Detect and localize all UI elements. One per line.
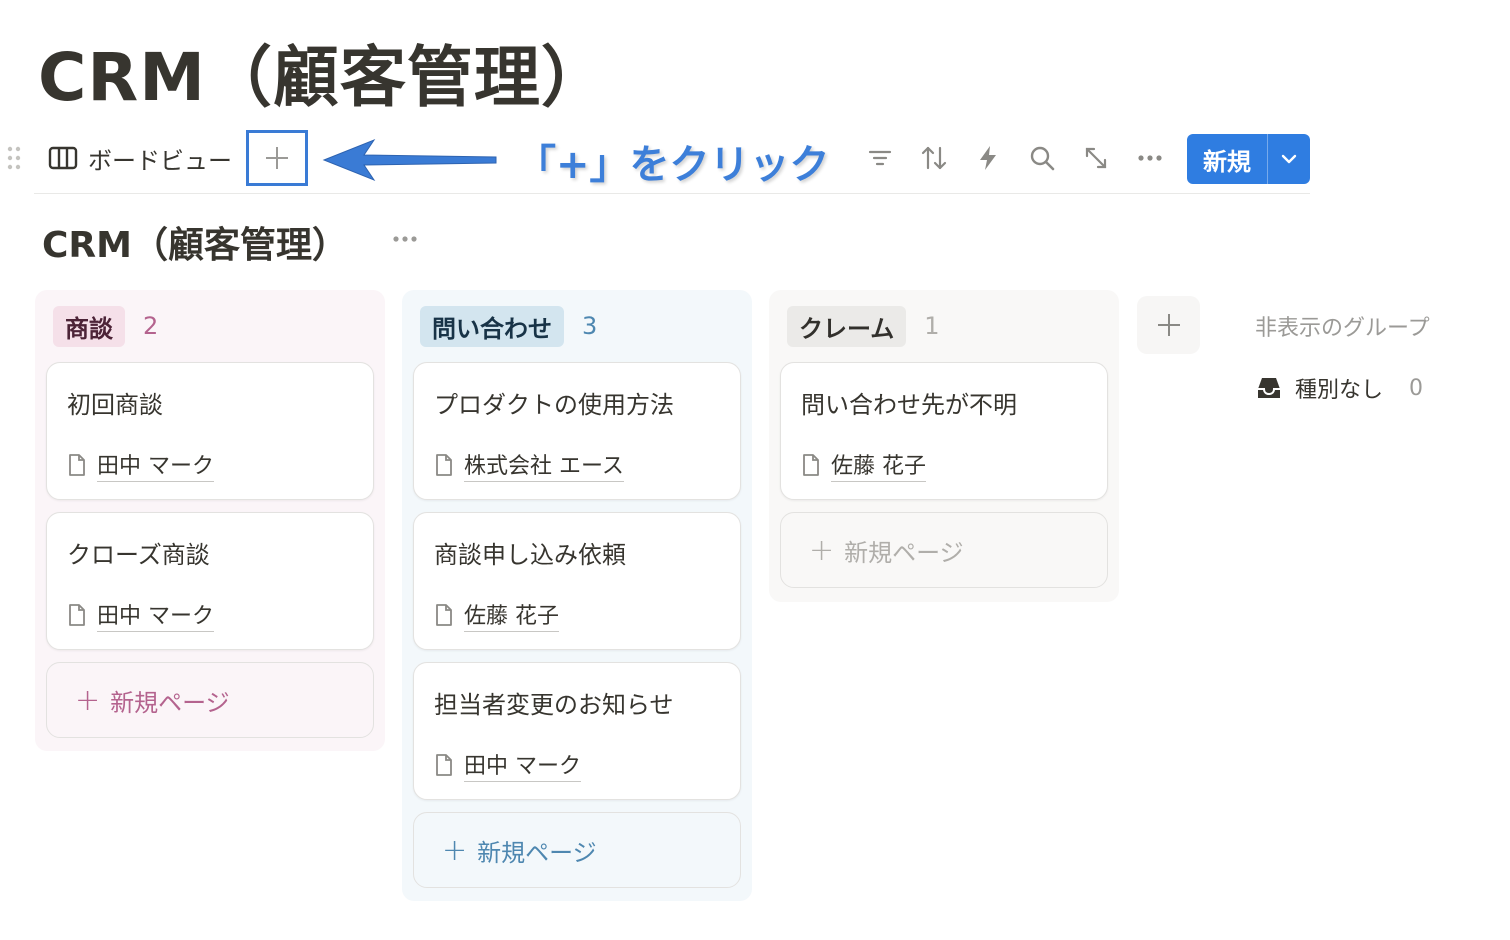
board-card[interactable]: 商談申し込み依頼 佐藤 花子 — [413, 512, 741, 650]
column-count: 1 — [924, 312, 940, 340]
board-card[interactable]: クローズ商談 田中 マーク — [46, 512, 374, 650]
filter-icon[interactable] — [864, 142, 896, 174]
view-tab-label: ボードビュー — [88, 146, 232, 175]
page-icon — [803, 454, 819, 476]
annotation-arrow-icon — [322, 138, 497, 182]
plus-icon: + — [442, 832, 468, 868]
card-title: 商談申し込み依頼 — [434, 541, 626, 569]
column-header[interactable]: 問い合わせ 3 — [413, 290, 741, 362]
plus-icon — [266, 147, 288, 169]
annotation-text: 「+」をクリック — [516, 142, 830, 188]
page-title: CRM（顧客管理） — [38, 39, 608, 116]
page-icon — [69, 604, 85, 626]
board-column: 商談 2 初回商談 田中 マーク クローズ商談 田中 マーク + 新規ページ — [35, 290, 385, 751]
hidden-group-count: 0 — [1409, 375, 1424, 401]
card-title: プロダクトの使用方法 — [434, 391, 674, 419]
new-button-label: 新規 — [1203, 147, 1251, 176]
board-card[interactable]: プロダクトの使用方法 株式会社 エース — [413, 362, 741, 500]
hidden-group-item[interactable]: 種別なし 0 — [1255, 372, 1423, 404]
plus-icon: + — [809, 532, 835, 568]
column-header[interactable]: クレーム 1 — [780, 290, 1108, 362]
new-page-label: 新規ページ — [477, 838, 597, 867]
search-icon[interactable] — [1026, 142, 1058, 174]
card-relation[interactable]: 田中 マーク — [67, 448, 353, 482]
card-relation-label: 株式会社 エース — [464, 448, 624, 482]
new-page-button[interactable]: + 新規ページ — [413, 812, 741, 888]
board-card[interactable]: 問い合わせ先が不明 佐藤 花子 — [780, 362, 1108, 500]
new-page-label: 新規ページ — [110, 688, 230, 717]
more-icon[interactable] — [390, 224, 420, 254]
card-relation[interactable]: 田中 マーク — [434, 748, 720, 782]
inbox-icon — [1258, 378, 1280, 398]
new-page-button[interactable]: + 新規ページ — [46, 662, 374, 738]
expand-icon[interactable] — [1080, 142, 1112, 174]
plus-icon: + — [75, 682, 101, 718]
new-button[interactable]: 新規 — [1187, 134, 1310, 184]
board-column: クレーム 1 問い合わせ先が不明 佐藤 花子 + 新規ページ — [769, 290, 1119, 602]
hidden-group-label: 種別なし — [1295, 378, 1384, 403]
page-icon — [69, 454, 85, 476]
card-relation-label: 田中 マーク — [464, 748, 581, 782]
card-title: 担当者変更のお知らせ — [434, 691, 674, 719]
drag-handle-icon[interactable] — [6, 144, 22, 172]
column-tag: 問い合わせ — [420, 305, 564, 347]
automation-bolt-icon[interactable] — [972, 142, 1004, 174]
column-tag: 商談 — [53, 305, 125, 347]
page-icon — [436, 454, 452, 476]
new-page-button[interactable]: + 新規ページ — [780, 512, 1108, 588]
column-count: 2 — [143, 312, 159, 340]
sort-icon[interactable] — [918, 142, 950, 174]
chevron-down-icon[interactable] — [1268, 153, 1310, 165]
board-card[interactable]: 担当者変更のお知らせ 田中 マーク — [413, 662, 741, 800]
board-view-icon — [48, 146, 78, 170]
column-header[interactable]: 商談 2 — [46, 290, 374, 362]
more-icon[interactable] — [1134, 142, 1166, 174]
card-relation-label: 佐藤 花子 — [831, 448, 926, 482]
page-icon — [436, 754, 452, 776]
card-title: クローズ商談 — [67, 541, 210, 569]
board-card[interactable]: 初回商談 田中 マーク — [46, 362, 374, 500]
database-title[interactable]: CRM（顧客管理） — [42, 216, 348, 268]
column-count: 3 — [582, 312, 598, 340]
page-icon — [436, 604, 452, 626]
database-toolbar: ボードビュー 「+」をクリック 新規 — [7, 128, 1310, 194]
card-relation-label: 田中 マーク — [97, 598, 214, 632]
tab-board-view[interactable]: ボードビュー — [48, 142, 232, 175]
toolbar-actions — [864, 142, 1166, 174]
card-relation[interactable]: 田中 マーク — [67, 598, 353, 632]
add-group-button[interactable] — [1137, 296, 1200, 354]
hidden-groups-title: 非表示のグループ — [1255, 316, 1430, 341]
card-relation[interactable]: 株式会社 エース — [434, 448, 720, 482]
card-relation[interactable]: 佐藤 花子 — [801, 448, 1087, 482]
card-relation[interactable]: 佐藤 花子 — [434, 598, 720, 632]
board-column: 問い合わせ 3 プロダクトの使用方法 株式会社 エース 商談申し込み依頼 佐藤 … — [402, 290, 752, 901]
card-title: 初回商談 — [67, 391, 163, 419]
add-view-button[interactable] — [246, 130, 308, 186]
new-page-label: 新規ページ — [844, 538, 964, 567]
card-relation-label: 佐藤 花子 — [464, 598, 559, 632]
column-tag: クレーム — [787, 305, 907, 347]
card-relation-label: 田中 マーク — [97, 448, 214, 482]
plus-icon — [1157, 314, 1180, 336]
card-title: 問い合わせ先が不明 — [801, 391, 1017, 419]
